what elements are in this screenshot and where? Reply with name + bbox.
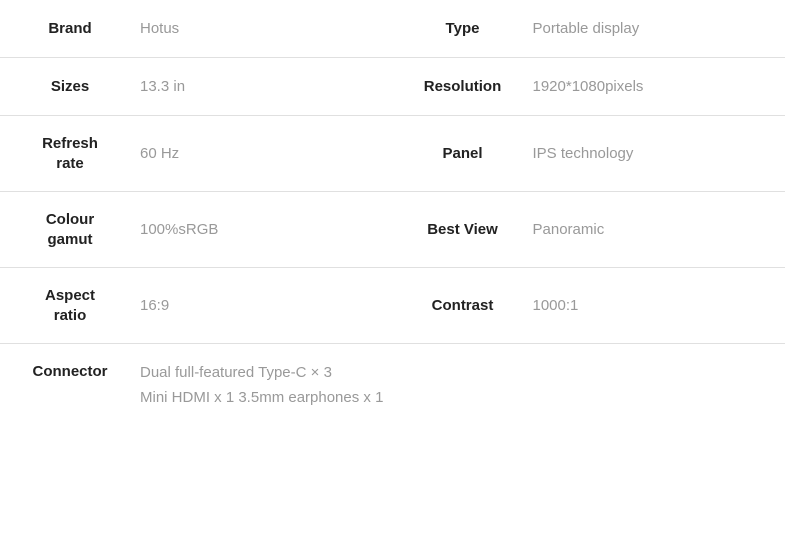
spec-value: 13.3 in (140, 76, 185, 97)
spec-label: Connector (20, 362, 120, 382)
spec-half-right: Resolution 1920*1080pixels (393, 58, 785, 115)
spec-half-left: Refresh rate 60 Hz (0, 116, 393, 191)
spec-value: 16:9 (140, 295, 169, 316)
spec-half-right: Best View Panoramic (393, 192, 785, 267)
spec-label: Contrast (413, 296, 513, 316)
spec-half-right: Panel IPS technology (393, 116, 785, 191)
table-row: Brand Hotus Type Portable display (0, 0, 785, 58)
spec-half-right: Type Portable display (393, 0, 785, 57)
spec-value: 1920*1080pixels (533, 76, 644, 97)
table-row: Aspect ratio 16:9 Contrast 1000:1 (0, 268, 785, 344)
spec-half-left: Aspect ratio 16:9 (0, 268, 393, 343)
table-row-full: Connector Dual full-featured Type-C × 3 Mi… (0, 344, 785, 426)
spec-label: Colour gamut (20, 210, 120, 249)
spec-value: Hotus (140, 18, 179, 39)
spec-label: Brand (20, 19, 120, 39)
table-row: Refresh rate 60 Hz Panel IPS technology (0, 116, 785, 192)
spec-value: 100%sRGB (140, 219, 218, 240)
spec-half-right: Contrast 1000:1 (393, 268, 785, 343)
spec-value: Panoramic (533, 219, 605, 240)
spec-label: Sizes (20, 77, 120, 97)
spec-value: IPS technology (533, 143, 634, 164)
spec-label: Resolution (413, 77, 513, 97)
spec-label: Refresh rate (20, 134, 120, 173)
spec-value-multi: Dual full-featured Type-C × 3 Mini HDMI x… (140, 362, 383, 408)
spec-half-left: Brand Hotus (0, 0, 393, 57)
spec-value: Portable display (533, 18, 640, 39)
spec-value: 1000:1 (533, 295, 579, 316)
table-row: Sizes 13.3 in Resolution 1920*1080pixels (0, 58, 785, 116)
spec-label: Aspect ratio (20, 286, 120, 325)
spec-half-left: Colour gamut 100%sRGB (0, 192, 393, 267)
spec-label: Best View (413, 220, 513, 240)
connector-line: Dual full-featured Type-C × 3 (140, 362, 383, 383)
spec-label: Type (413, 19, 513, 39)
spec-value: 60 Hz (140, 143, 179, 164)
spec-half-left: Sizes 13.3 in (0, 58, 393, 115)
table-row: Colour gamut 100%sRGB Best View Panoramic (0, 192, 785, 268)
spec-label: Panel (413, 144, 513, 164)
connector-line: Mini HDMI x 1 3.5mm earphones x 1 (140, 387, 383, 408)
spec-table: Brand Hotus Type Portable display Sizes 13.3 … (0, 0, 785, 426)
